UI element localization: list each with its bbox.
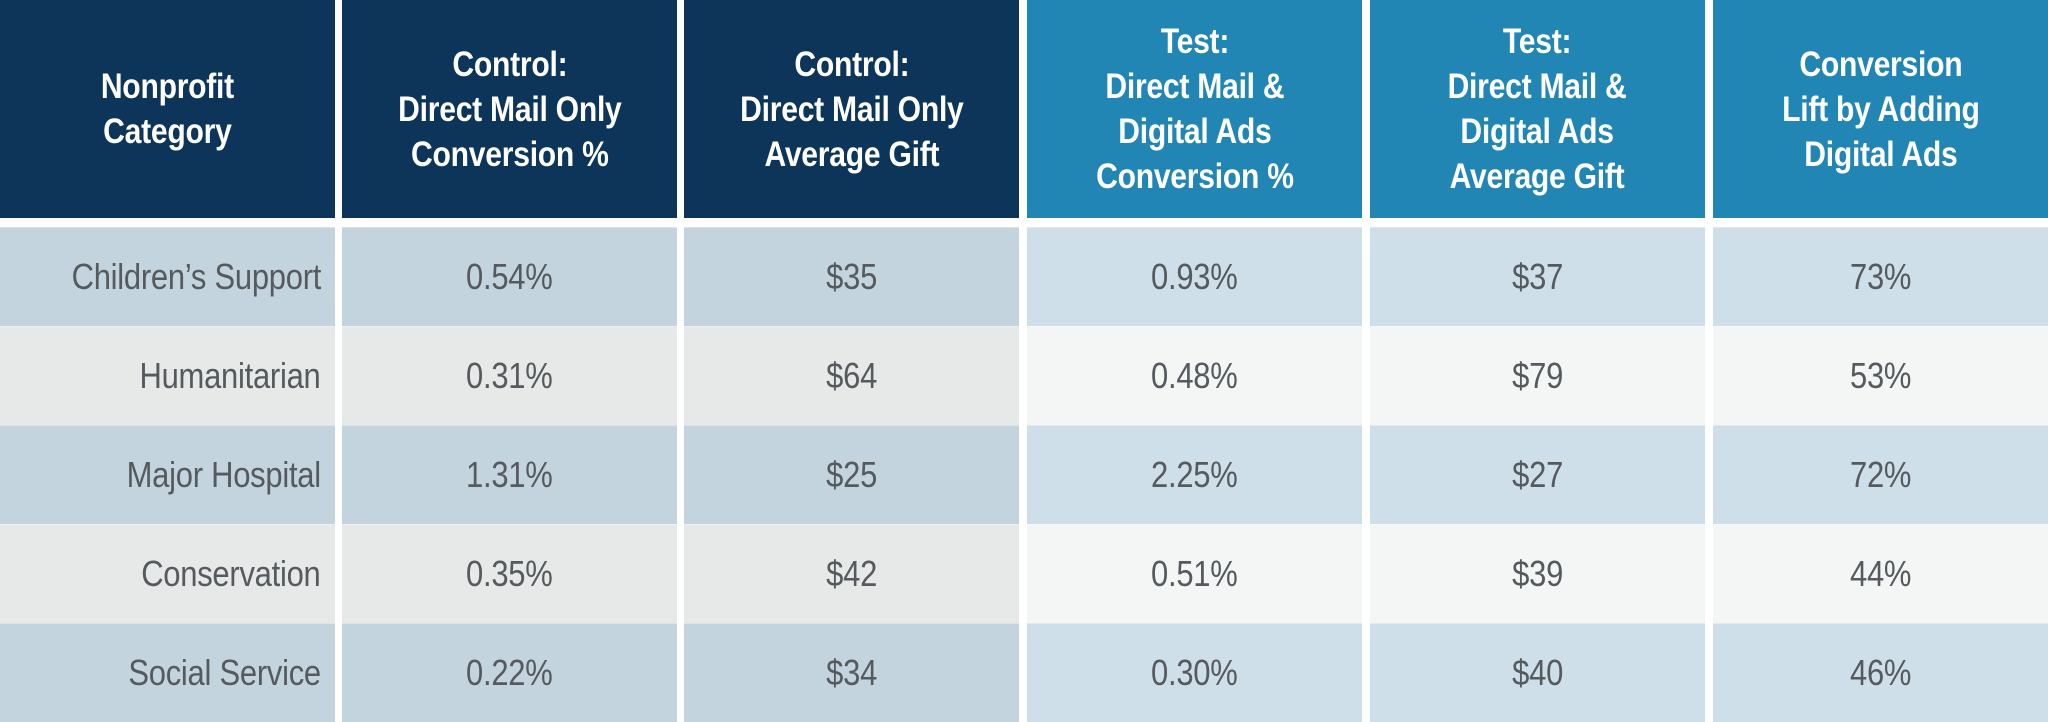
- header-label: Control: Direct Mail Only Average Gift: [739, 44, 964, 174]
- table-cell: $37: [1370, 227, 1705, 326]
- table-cell: $64: [684, 326, 1019, 425]
- header-label: Test: Direct Mail & Digital Ads Average …: [1448, 22, 1627, 196]
- table-cell: $40: [1370, 623, 1705, 722]
- table-cell: 0.35%: [342, 524, 677, 623]
- header-lift: Conversion Lift by Adding Digital Ads: [1713, 0, 2048, 218]
- row-label: Major Hospital: [0, 425, 335, 524]
- table-cell: 44%: [1713, 524, 2048, 623]
- header-test-gift: Test: Direct Mail & Digital Ads Average …: [1370, 0, 1705, 218]
- table-cell: 0.31%: [342, 326, 677, 425]
- row-label: Conservation: [0, 524, 335, 623]
- header-label: Nonprofit Category: [100, 67, 235, 151]
- header-category: Nonprofit Category: [0, 0, 335, 218]
- column-control-gift: Control: Direct Mail Only Average Gift $…: [684, 0, 1019, 722]
- header-control-conversion: Control: Direct Mail Only Conversion %: [342, 0, 677, 218]
- table-cell: 0.51%: [1027, 524, 1362, 623]
- row-label: Children’s Support: [0, 227, 335, 326]
- column-control-conversion: Control: Direct Mail Only Conversion % 0…: [342, 0, 677, 722]
- table-cell: 0.30%: [1027, 623, 1362, 722]
- table-cell: 0.93%: [1027, 227, 1362, 326]
- table-cell: $25: [684, 425, 1019, 524]
- table-cell: 0.48%: [1027, 326, 1362, 425]
- column-test-gift: Test: Direct Mail & Digital Ads Average …: [1370, 0, 1705, 722]
- column-test-conversion: Test: Direct Mail & Digital Ads Conversi…: [1027, 0, 1362, 722]
- header-label: Control: Direct Mail Only Conversion %: [397, 44, 622, 174]
- header-label: Conversion Lift by Adding Digital Ads: [1781, 44, 1980, 174]
- table-cell: $79: [1370, 326, 1705, 425]
- table-cell: 53%: [1713, 326, 2048, 425]
- header-label: Test: Direct Mail & Digital Ads Conversi…: [1095, 22, 1294, 196]
- table-cell: $34: [684, 623, 1019, 722]
- row-label: Social Service: [0, 623, 335, 722]
- header-control-gift: Control: Direct Mail Only Average Gift: [684, 0, 1019, 218]
- table-cell: $39: [1370, 524, 1705, 623]
- table-cell: 46%: [1713, 623, 2048, 722]
- table-cell: 72%: [1713, 425, 2048, 524]
- table-cell: 73%: [1713, 227, 2048, 326]
- table-cell: 0.22%: [342, 623, 677, 722]
- row-label: Humanitarian: [0, 326, 335, 425]
- table-cell: $35: [684, 227, 1019, 326]
- conversion-table: Nonprofit Category Children’s Support Hu…: [0, 0, 2048, 722]
- table-cell: $27: [1370, 425, 1705, 524]
- table-cell: $42: [684, 524, 1019, 623]
- table-cell: 1.31%: [342, 425, 677, 524]
- header-test-conversion: Test: Direct Mail & Digital Ads Conversi…: [1027, 0, 1362, 218]
- column-lift: Conversion Lift by Adding Digital Ads 73…: [1713, 0, 2048, 722]
- column-category: Nonprofit Category Children’s Support Hu…: [0, 0, 335, 722]
- table-cell: 2.25%: [1027, 425, 1362, 524]
- table-cell: 0.54%: [342, 227, 677, 326]
